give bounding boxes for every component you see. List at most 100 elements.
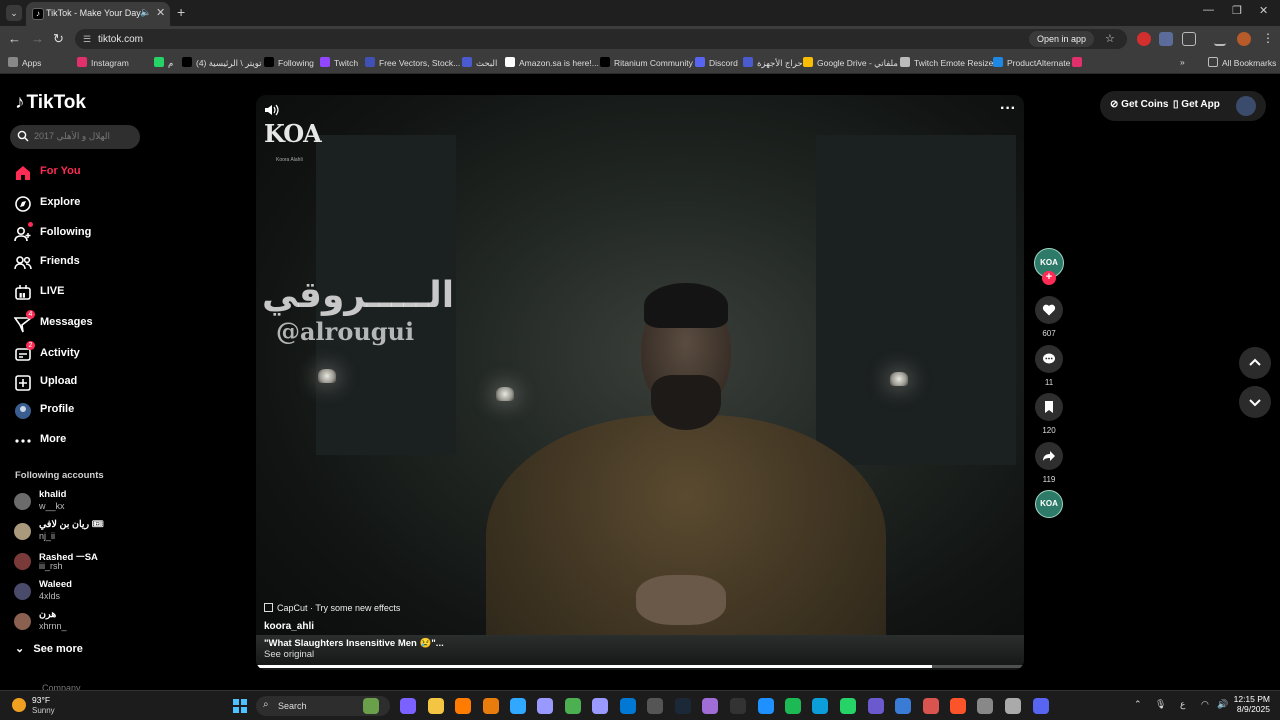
app-icon[interactable] bbox=[895, 698, 911, 714]
bookmark-item[interactable]: Amazon.sa is here!... bbox=[505, 57, 599, 68]
bookmark-item[interactable]: Google Drive - ملفاتي bbox=[803, 57, 898, 69]
extensions-puzzle-icon[interactable] bbox=[1182, 32, 1196, 46]
search-bar[interactable] bbox=[10, 125, 140, 149]
maximize-button[interactable]: ❐ bbox=[1232, 4, 1242, 17]
like-button[interactable] bbox=[1035, 296, 1063, 324]
get-coins-button[interactable]: ⊘ Get Coins bbox=[1110, 99, 1168, 110]
sidebar-item-messages[interactable]: 4 Messages bbox=[14, 310, 214, 334]
bookmark-item[interactable]: م bbox=[154, 57, 173, 69]
browser-tab[interactable]: ♪ TikTok - Make Your Day 🔈 ✕ bbox=[26, 2, 170, 26]
bookmark-item[interactable]: حراج الأجهزة bbox=[743, 57, 803, 69]
input-language[interactable]: ع bbox=[1180, 699, 1185, 710]
all-bookmarks-button[interactable]: All Bookmarks bbox=[1208, 57, 1276, 68]
sound-disc-avatar[interactable]: KOA bbox=[1035, 490, 1063, 518]
bookmark-item[interactable]: Twitch bbox=[320, 57, 358, 68]
sidebar-item-following[interactable]: Following bbox=[14, 222, 214, 244]
sidebar-item-for-you[interactable]: For You bbox=[14, 161, 214, 183]
following-account[interactable]: Waleed 4xlds bbox=[14, 578, 214, 606]
bookmark-item[interactable]: (4) تويتر \ الرئيسية bbox=[182, 57, 262, 69]
app-icon[interactable] bbox=[730, 698, 746, 714]
minimize-button[interactable]: — bbox=[1203, 4, 1214, 16]
see-original-link[interactable]: See original bbox=[264, 649, 314, 660]
extension-icon[interactable] bbox=[1159, 32, 1173, 46]
sidebar-item-more[interactable]: More bbox=[14, 429, 214, 451]
video-player[interactable]: KOA Koora Alahli ··· الـــــروقي @alroug… bbox=[256, 95, 1024, 670]
video-author[interactable]: koora_ahli bbox=[264, 621, 314, 632]
app-icon[interactable] bbox=[977, 698, 993, 714]
photoshop-icon[interactable] bbox=[510, 698, 526, 714]
comment-button[interactable] bbox=[1035, 345, 1063, 373]
open-in-app-button[interactable]: Open in app bbox=[1029, 31, 1095, 47]
following-account[interactable]: هرن xhrnn_ bbox=[14, 608, 214, 636]
bookmark-item[interactable]: Instagram bbox=[77, 57, 129, 68]
bookmark-item[interactable]: Ritanium Community bbox=[600, 57, 693, 68]
edge-icon[interactable] bbox=[812, 698, 828, 714]
volume-icon[interactable] bbox=[264, 103, 280, 117]
sidebar-item-upload[interactable]: Upload bbox=[14, 371, 214, 393]
app-icon[interactable] bbox=[758, 698, 774, 714]
app-icon[interactable] bbox=[363, 698, 379, 714]
extension-icon[interactable] bbox=[1137, 32, 1151, 46]
user-avatar[interactable] bbox=[1236, 96, 1256, 116]
tray-chevron-icon[interactable]: ⌃ bbox=[1134, 699, 1142, 710]
file-explorer-icon[interactable] bbox=[428, 698, 444, 714]
app-icon[interactable] bbox=[923, 698, 939, 714]
bookmarks-overflow-icon[interactable]: » bbox=[1180, 57, 1185, 67]
clock[interactable]: 12:15 PM 8/9/2025 bbox=[1232, 694, 1270, 714]
bookmark-item[interactable]: البحث bbox=[462, 57, 497, 69]
profile-avatar[interactable] bbox=[1237, 32, 1251, 46]
app-icon[interactable] bbox=[702, 698, 718, 714]
outlook-icon[interactable] bbox=[620, 698, 636, 714]
next-video-button[interactable] bbox=[1239, 386, 1271, 418]
wifi-icon[interactable]: ◠ bbox=[1201, 699, 1209, 710]
bookmark-item[interactable]: Free Vectors, Stock... bbox=[365, 57, 460, 68]
bookmark-star-icon[interactable]: ☆ bbox=[1105, 32, 1115, 45]
following-account[interactable]: khalid w__kx bbox=[14, 488, 214, 516]
tab-search-button[interactable]: ⌄ bbox=[6, 5, 22, 21]
sidebar-item-activity[interactable]: 2 Activity bbox=[14, 341, 214, 365]
see-more-button[interactable]: ⌄ See more bbox=[15, 642, 83, 655]
tab-close-icon[interactable]: ✕ bbox=[156, 6, 165, 19]
after-effects-icon[interactable] bbox=[537, 698, 553, 714]
weather-temp[interactable]: 93°F bbox=[32, 695, 50, 705]
sidebar-item-explore[interactable]: Explore bbox=[14, 192, 214, 214]
browser-menu-icon[interactable]: ⋮ bbox=[1262, 31, 1274, 45]
get-app-button[interactable]: ▯ Get App bbox=[1173, 99, 1220, 110]
start-button[interactable] bbox=[233, 699, 247, 713]
app-icon[interactable] bbox=[1005, 698, 1021, 714]
search-input[interactable] bbox=[34, 131, 134, 141]
follow-plus-button[interactable]: + bbox=[1042, 271, 1056, 285]
bookmark-item[interactable]: Discord bbox=[695, 57, 738, 68]
previous-video-button[interactable] bbox=[1239, 347, 1271, 379]
bookmark-item[interactable]: Following bbox=[264, 57, 314, 68]
video-progress-bar[interactable] bbox=[256, 665, 1024, 668]
url-field[interactable]: ☰ tiktok.com Open in app ☆ bbox=[75, 29, 1127, 49]
discord-icon[interactable] bbox=[1033, 698, 1049, 714]
share-button[interactable] bbox=[1035, 442, 1063, 470]
sidebar-item-profile[interactable]: Profile bbox=[14, 399, 214, 421]
capcut-link[interactable]: CapCut · Try some new effects bbox=[264, 603, 400, 617]
back-button[interactable]: ← bbox=[8, 31, 21, 46]
site-settings-icon[interactable]: ☰ bbox=[83, 34, 91, 45]
bookmark-item[interactable]: Apps bbox=[8, 57, 41, 68]
new-tab-button[interactable]: + bbox=[177, 4, 185, 20]
bookmark-item[interactable]: Twitch Emote Resizer bbox=[900, 57, 996, 68]
whatsapp-icon[interactable] bbox=[840, 698, 856, 714]
microphone-icon[interactable]: 🎙 bbox=[1155, 699, 1166, 710]
speaker-icon[interactable]: 🔊 bbox=[1217, 699, 1228, 710]
downloads-icon[interactable] bbox=[1214, 32, 1226, 46]
more-options-icon[interactable]: ··· bbox=[1000, 100, 1016, 118]
sidebar-item-live[interactable]: ▮▮ LIVE bbox=[14, 281, 214, 303]
app-icon[interactable] bbox=[868, 698, 884, 714]
reload-button[interactable]: ↻ bbox=[53, 31, 64, 47]
save-button[interactable] bbox=[1035, 393, 1063, 421]
brave-icon[interactable] bbox=[950, 698, 966, 714]
steam-icon[interactable] bbox=[675, 698, 691, 714]
chrome-icon[interactable] bbox=[565, 698, 581, 714]
following-account[interactable]: ريان بن لافي 🎟 nj_ii bbox=[14, 518, 214, 546]
close-window-button[interactable]: ✕ bbox=[1259, 4, 1268, 17]
copilot-icon[interactable] bbox=[400, 698, 416, 714]
blender-icon[interactable] bbox=[483, 698, 499, 714]
sidebar-item-friends[interactable]: Friends bbox=[14, 251, 214, 273]
forward-button[interactable]: → bbox=[31, 31, 44, 46]
